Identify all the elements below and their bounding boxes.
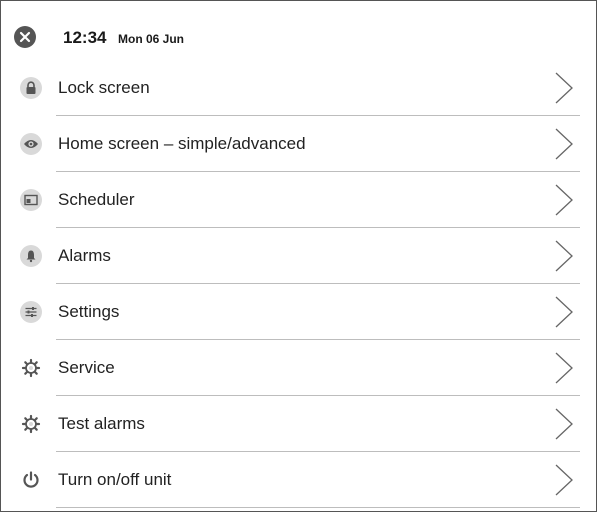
close-button[interactable] [14, 26, 36, 48]
gear-icon [19, 412, 43, 436]
menu-item-label: Home screen – simple/advanced [58, 134, 306, 153]
close-icon [19, 31, 31, 43]
chevron-right-icon [555, 72, 573, 104]
gear-icon [19, 356, 43, 380]
menu-item-alarms[interactable]: Alarms [1, 228, 596, 284]
power-icon [19, 468, 43, 492]
chevron-right-icon [555, 128, 573, 160]
sliders-icon [19, 300, 43, 324]
menu-item-label: Settings [58, 302, 120, 321]
app-window: 12:34 Mon 06 Jun Lock screen Home screen… [0, 0, 597, 512]
menu-item-test-alarms[interactable]: Test alarms [1, 396, 596, 452]
menu-item-label: Scheduler [58, 190, 135, 209]
chevron-right-icon [555, 464, 573, 496]
clock-time: 12:34 [63, 28, 107, 47]
menu-item-scheduler[interactable]: Scheduler [1, 172, 596, 228]
menu-item-label: Turn on/off unit [58, 470, 172, 489]
menu-item-lock-screen[interactable]: Lock screen [1, 60, 596, 116]
chevron-right-icon [555, 184, 573, 216]
divider [56, 507, 580, 508]
menu-item-label: Alarms [58, 246, 111, 265]
header-bar: 12:34 Mon 06 Jun [1, 1, 596, 59]
clock-date: Mon 06 Jun [118, 32, 185, 46]
menu-item-label: Lock screen [58, 78, 150, 97]
lock-icon [19, 76, 43, 100]
chevron-right-icon [555, 240, 573, 272]
menu-item-home-screen[interactable]: Home screen – simple/advanced [1, 116, 596, 172]
menu-item-turn-on-off-unit[interactable]: Turn on/off unit [1, 452, 596, 508]
bell-icon [19, 244, 43, 268]
menu-item-settings[interactable]: Settings [1, 284, 596, 340]
calendar-icon [19, 188, 43, 212]
chevron-right-icon [555, 408, 573, 440]
menu-item-label: Test alarms [58, 414, 145, 433]
menu-item-service[interactable]: Service [1, 340, 596, 396]
chevron-right-icon [555, 296, 573, 328]
eye-icon [19, 132, 43, 156]
menu-item-label: Service [58, 358, 115, 377]
chevron-right-icon [555, 352, 573, 384]
